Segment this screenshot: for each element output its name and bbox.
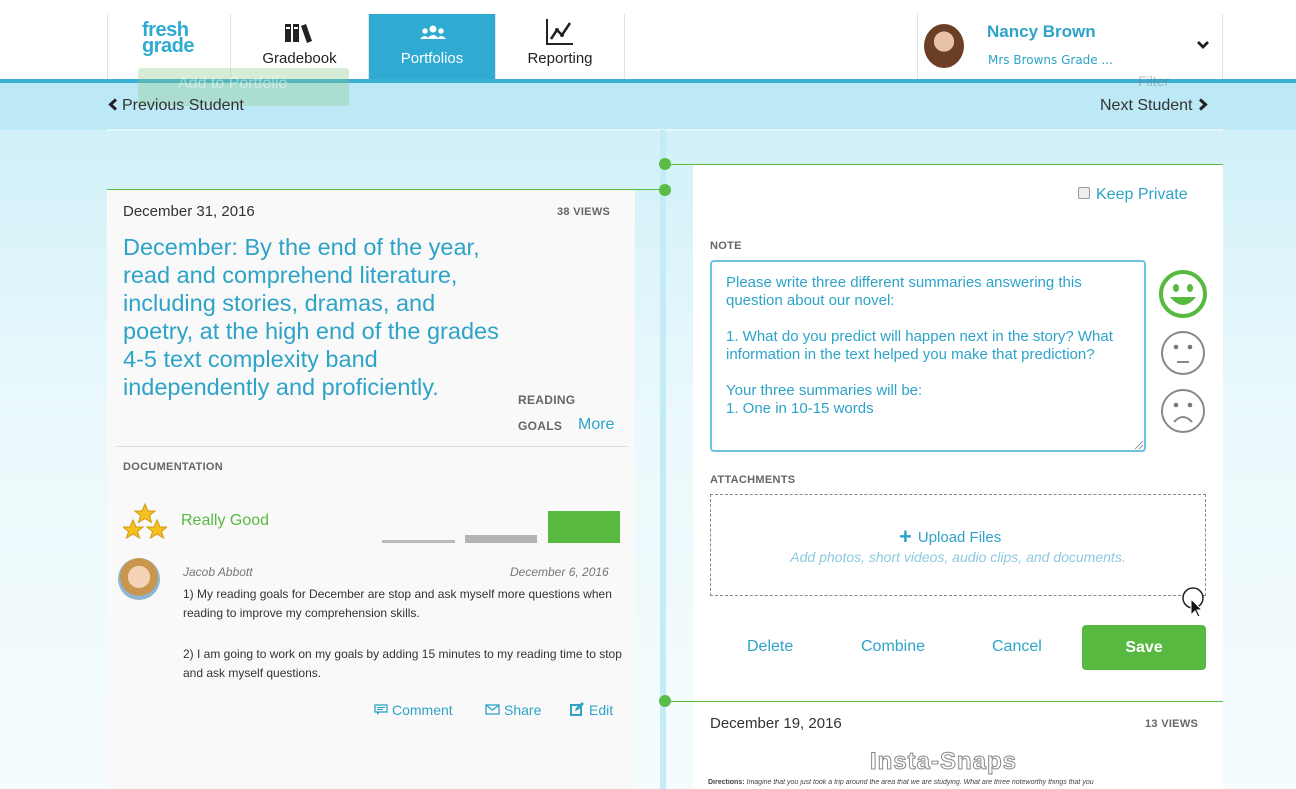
save-button[interactable]: Save bbox=[1082, 625, 1206, 670]
note-label: NOTE bbox=[710, 240, 742, 252]
edit-button[interactable]: Edit bbox=[570, 702, 613, 718]
rating-segment bbox=[382, 540, 455, 543]
mail-icon bbox=[485, 704, 500, 715]
resize-handle-icon[interactable] bbox=[1132, 438, 1144, 450]
keep-private-checkbox[interactable] bbox=[1078, 187, 1090, 199]
upload-files-button[interactable]: + Upload Files bbox=[899, 524, 1001, 550]
next-entry-date: December 19, 2016 bbox=[710, 715, 842, 732]
comment-label: Comment bbox=[392, 702, 453, 718]
tab-reporting[interactable]: Reporting bbox=[496, 14, 625, 79]
upload-files-label: Upload Files bbox=[917, 529, 1002, 546]
people-icon bbox=[420, 25, 446, 39]
next-student-link[interactable]: Next Student bbox=[1100, 97, 1208, 115]
timeline-line bbox=[660, 130, 666, 789]
comment-button[interactable]: Comment bbox=[374, 702, 453, 718]
tab-portfolios[interactable]: Portfolios bbox=[369, 14, 496, 79]
cancel-button[interactable]: Cancel bbox=[992, 638, 1042, 656]
goal-tag-line-2: GOALS bbox=[518, 419, 563, 433]
previous-student-link[interactable]: Previous Student bbox=[108, 97, 244, 115]
rating-segment bbox=[465, 535, 537, 543]
rating-scale bbox=[382, 511, 620, 543]
filter-label[interactable]: Filter bbox=[1138, 73, 1169, 89]
entry-author: Jacob Abbott bbox=[183, 565, 253, 579]
tab-gradebook-label: Gradebook bbox=[262, 50, 337, 67]
timeline-dot bbox=[659, 184, 671, 196]
neutral-face-icon[interactable] bbox=[1160, 330, 1206, 376]
entry-paragraph: 2) I am going to work on my goals by add… bbox=[183, 647, 622, 680]
attachments-label: ATTACHMENTS bbox=[710, 474, 796, 486]
documentation-label: DOCUMENTATION bbox=[123, 461, 224, 473]
edit-label: Edit bbox=[589, 702, 614, 718]
chevron-down-icon[interactable] bbox=[1196, 40, 1210, 50]
previous-student-label: Previous Student bbox=[122, 97, 244, 114]
upload-dropzone[interactable]: + Upload Files Add photos, short videos, … bbox=[710, 494, 1206, 596]
tab-reporting-label: Reporting bbox=[527, 50, 593, 67]
share-button[interactable]: Share bbox=[485, 702, 541, 718]
rating-segment bbox=[548, 511, 620, 543]
image-caption-text: Imagine that you just took a trip around… bbox=[746, 779, 1094, 786]
student-avatar bbox=[118, 558, 160, 600]
image-title: Insta-Snaps bbox=[869, 748, 1018, 776]
tab-portfolios-label: Portfolios bbox=[400, 50, 464, 67]
note-textarea[interactable]: Please write three different summaries a… bbox=[710, 260, 1146, 452]
plus-icon: + bbox=[899, 524, 912, 549]
add-to-portfolio-label: Add to Portfolio bbox=[178, 75, 288, 92]
next-entry-views: 13 VIEWS bbox=[1145, 718, 1199, 730]
upload-hint: Add photos, short videos, audio clips, a… bbox=[790, 549, 1126, 565]
entry-date: December 31, 2016 bbox=[123, 203, 255, 220]
comment-icon bbox=[374, 704, 388, 715]
section-divider bbox=[116, 446, 628, 447]
image-caption-label: Directions: bbox=[708, 779, 745, 786]
edit-icon bbox=[570, 702, 584, 716]
delete-button[interactable]: Delete bbox=[747, 638, 793, 656]
share-label: Share bbox=[504, 702, 542, 718]
books-icon bbox=[285, 24, 312, 43]
entry-views: 38 VIEWS bbox=[557, 206, 611, 218]
keep-private-toggle[interactable]: Keep Private bbox=[1078, 186, 1188, 204]
user-class: Mrs Browns Grade ... bbox=[988, 53, 1113, 67]
logo-line-2: grade bbox=[142, 35, 194, 57]
entry-comment-date: December 6, 2016 bbox=[510, 565, 609, 579]
more-link[interactable]: More bbox=[578, 416, 614, 434]
user-menu[interactable]: Nancy Brown Mrs Browns Grade ... bbox=[917, 14, 1223, 79]
chart-icon bbox=[546, 19, 573, 45]
sad-face-icon[interactable] bbox=[1160, 388, 1206, 434]
goal-title: December: By the end of the year, read a… bbox=[123, 234, 499, 400]
user-avatar bbox=[924, 24, 964, 68]
happy-face-icon[interactable] bbox=[1158, 269, 1208, 319]
image-caption: Directions: Imagine that you just took a… bbox=[708, 779, 1208, 786]
entry-paragraph: 1) My reading goals for December are sto… bbox=[183, 587, 612, 620]
combine-button[interactable]: Combine bbox=[861, 638, 925, 656]
rating-label: Really Good bbox=[181, 512, 270, 529]
entry-image-preview[interactable]: Insta-Snaps Directions: Imagine that you… bbox=[708, 748, 1208, 789]
keep-private-label: Keep Private bbox=[1096, 186, 1188, 203]
user-name: Nancy Brown bbox=[987, 22, 1096, 41]
cursor-icon bbox=[1182, 587, 1204, 618]
next-student-label: Next Student bbox=[1100, 97, 1193, 114]
chevron-left-icon bbox=[108, 98, 118, 111]
timeline-dot bbox=[659, 158, 671, 170]
stars-icon bbox=[123, 503, 167, 539]
chevron-right-icon bbox=[1198, 98, 1208, 111]
goal-tag-line-1: READING bbox=[518, 393, 576, 407]
timeline-dot bbox=[659, 695, 671, 707]
